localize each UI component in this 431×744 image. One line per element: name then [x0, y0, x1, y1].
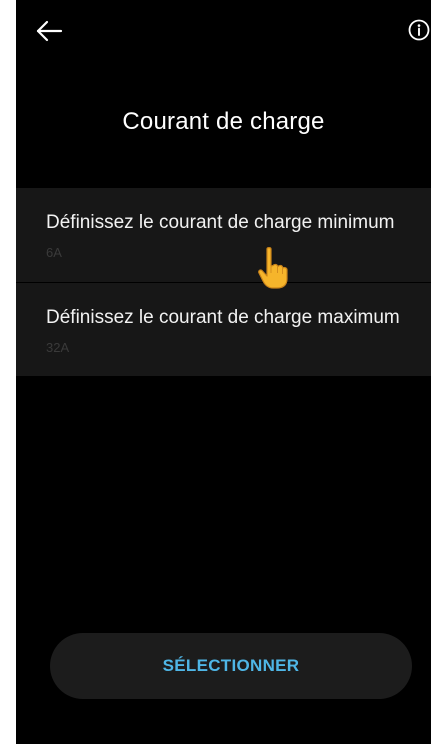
min-current-item[interactable]: Définissez le courant de charge minimum …	[16, 188, 431, 282]
info-button[interactable]	[407, 18, 431, 42]
top-bar	[16, 0, 431, 64]
max-current-label: Définissez le courant de charge maximum	[46, 307, 400, 328]
select-button[interactable]: SÉLECTIONNER	[50, 633, 412, 699]
max-current-item[interactable]: Définissez le courant de charge maximum …	[16, 282, 431, 376]
arrow-left-icon	[36, 20, 63, 42]
select-button-label: SÉLECTIONNER	[162, 656, 300, 675]
settings-list: Définissez le courant de charge minimum …	[16, 188, 431, 376]
max-current-value: 32A	[46, 340, 70, 355]
hand-pointer-icon	[258, 247, 288, 289]
back-button[interactable]	[34, 16, 64, 46]
page-title: Courant de charge	[122, 108, 325, 135]
min-current-label: Définissez le courant de charge minimum	[46, 212, 395, 233]
charge-current-screen: Courant de charge Définissez le courant …	[16, 0, 431, 744]
info-circle-icon	[408, 19, 430, 41]
min-current-value: 6A	[46, 245, 62, 260]
